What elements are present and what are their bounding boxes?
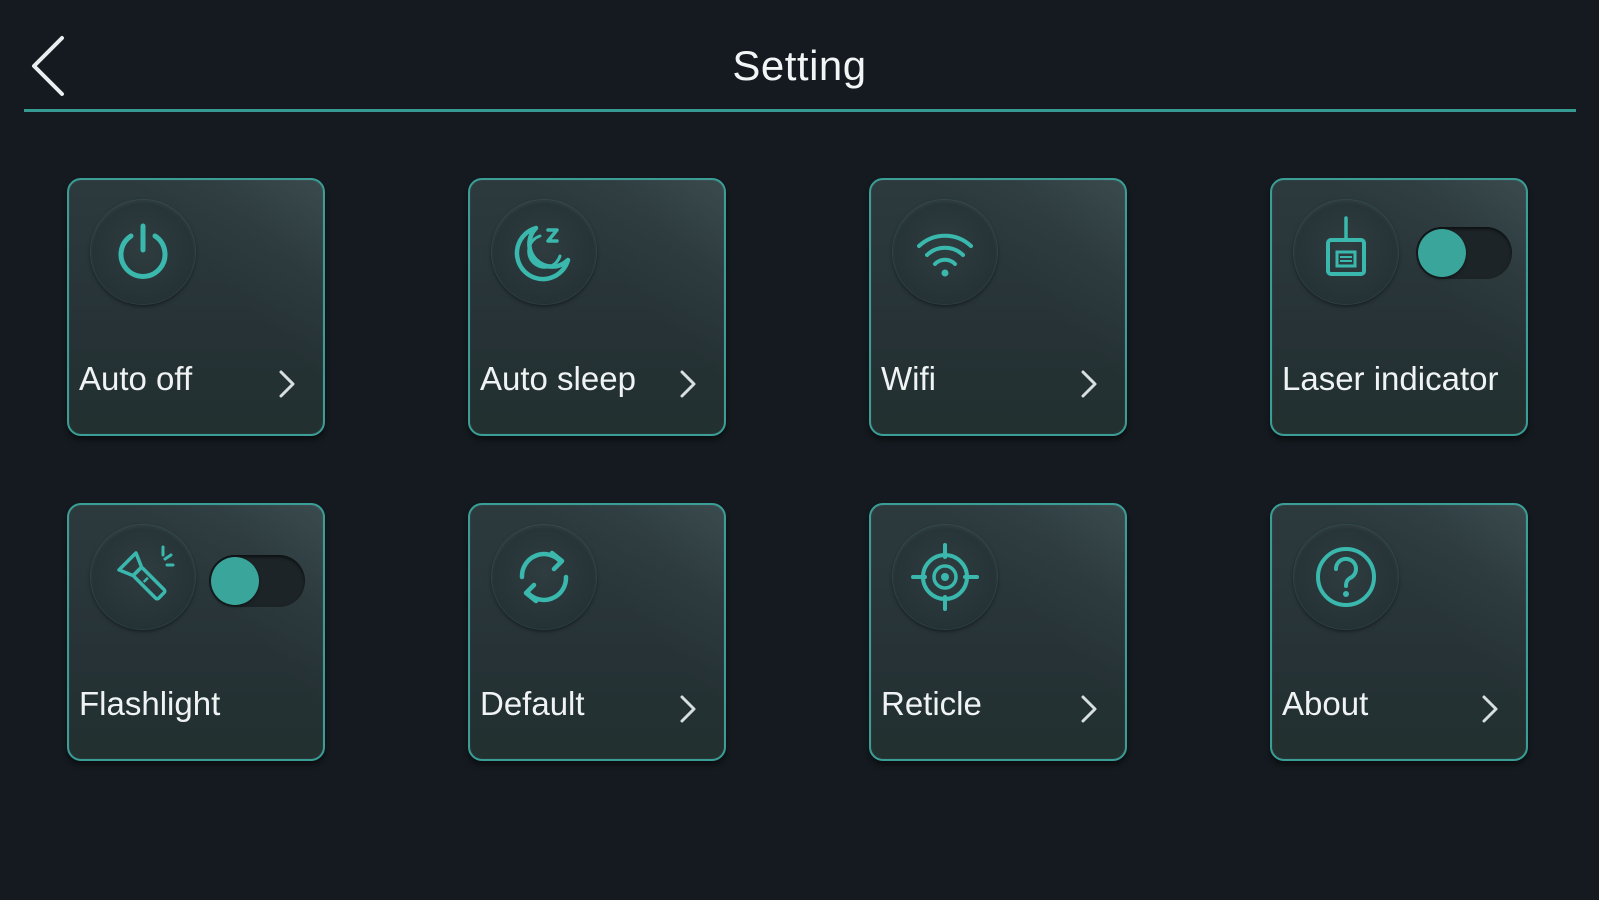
flashlight-toggle[interactable] <box>209 555 305 607</box>
tile-label: Reticle <box>881 685 982 722</box>
icon-badge <box>1294 525 1398 629</box>
reset-icon <box>519 550 569 604</box>
chevron-right-icon <box>680 695 696 723</box>
tile-about[interactable]: About <box>1270 503 1528 761</box>
tile-auto-off[interactable]: Auto off <box>67 178 325 436</box>
toggle-knob <box>1418 229 1466 277</box>
question-icon <box>1316 547 1376 607</box>
toggle-knob <box>211 557 259 605</box>
chevron-right-icon <box>279 370 295 398</box>
chevron-right-icon <box>1081 695 1097 723</box>
tile-default[interactable]: Default <box>468 503 726 761</box>
icon-badge <box>91 200 195 304</box>
tile-label: Auto sleep <box>480 360 636 397</box>
chevron-right-icon <box>1081 370 1097 398</box>
chevron-right-icon <box>680 370 696 398</box>
laser-icon <box>1326 216 1366 276</box>
icon-badge <box>91 525 195 629</box>
settings-grid: Auto off Auto sleep Wifi Laser indicator… <box>0 0 1599 900</box>
settings-screen: Setting Auto off Auto sleep Wifi Laser i… <box>0 0 1599 900</box>
reticle-icon <box>911 543 979 611</box>
icon-badge <box>492 525 596 629</box>
laser-indicator-toggle[interactable] <box>1416 227 1512 279</box>
tile-flashlight[interactable]: Flashlight <box>67 503 325 761</box>
tile-label: Flashlight <box>79 685 221 722</box>
tile-auto-sleep[interactable]: Auto sleep <box>468 178 726 436</box>
icon-badge <box>893 525 997 629</box>
icon-badge <box>492 200 596 304</box>
tile-laser-indicator[interactable]: Laser indicator <box>1270 178 1528 436</box>
flashlight-icon <box>117 545 175 601</box>
tile-label: Laser indicator <box>1282 360 1499 397</box>
tile-wifi[interactable]: Wifi <box>869 178 1127 436</box>
tile-label: Auto off <box>79 360 193 397</box>
sleep-moon-icon <box>514 225 571 282</box>
wifi-icon <box>917 233 973 277</box>
tile-reticle[interactable]: Reticle <box>869 503 1127 761</box>
icon-badge <box>893 200 997 304</box>
tile-label: About <box>1282 685 1369 722</box>
tile-label: Wifi <box>881 360 936 397</box>
icon-badge <box>1294 200 1398 304</box>
power-icon <box>118 223 168 279</box>
tile-label: Default <box>480 685 585 722</box>
chevron-right-icon <box>1482 695 1498 723</box>
